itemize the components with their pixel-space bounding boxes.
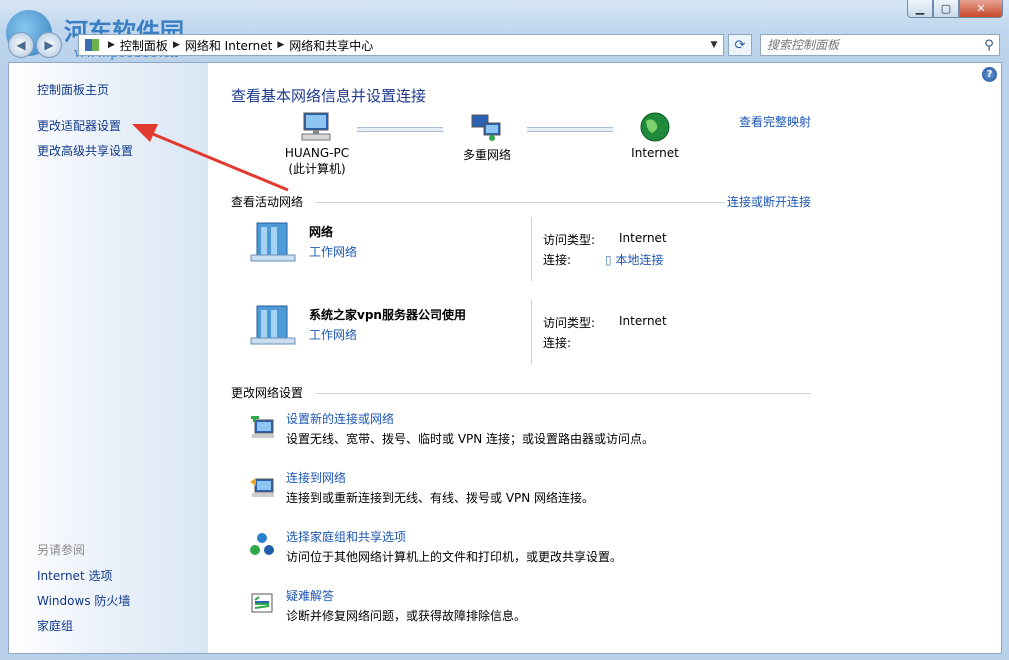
minimize-button[interactable]: ▁	[907, 0, 933, 18]
access-type-label: 访问类型:	[543, 233, 596, 247]
map-node-internet: Internet	[615, 111, 695, 160]
homegroup-desc: 访问位于其他网络计算机上的文件和打印机，或更改共享设置。	[286, 550, 623, 564]
network-name: 网络	[309, 225, 334, 239]
computer-subtitle: (此计算机)	[288, 162, 346, 176]
connect-network-desc: 连接到或重新连接到无线、有线、拨号或 VPN 网络连接。	[286, 491, 595, 505]
access-type-value: Internet	[619, 314, 667, 328]
new-connection-link[interactable]: 设置新的连接或网络	[286, 410, 394, 427]
access-type-value: Internet	[619, 231, 667, 245]
change-settings-heading: 更改网络设置	[231, 386, 304, 400]
task-homegroup: 选择家庭组和共享选项 访问位于其他网络计算机上的文件和打印机，或更改共享设置。	[249, 528, 809, 578]
homegroup-link[interactable]: 选择家庭组和共享选项	[286, 528, 406, 545]
network-name: 系统之家vpn服务器公司使用	[309, 308, 466, 322]
building-network-icon	[250, 222, 296, 262]
nav-buttons: ◀ ▶	[8, 32, 62, 58]
search-box[interactable]: ⚲	[760, 34, 1000, 56]
internet-label: Internet	[631, 146, 679, 160]
task-connect-network: 连接到网络 连接到或重新连接到无线、有线、拨号或 VPN 网络连接。	[249, 469, 809, 519]
breadcrumb-chevron-icon[interactable]: ▶	[173, 40, 180, 50]
connection-label: 连接:	[543, 336, 572, 350]
breadcrumb-network-internet[interactable]: 网络和 Internet	[185, 37, 272, 54]
local-connection-link[interactable]: ▯ 本地连接	[605, 251, 663, 268]
divider	[315, 393, 811, 394]
divider	[531, 300, 532, 364]
active-networks-heading: 查看活动网络	[231, 195, 304, 209]
window-controls: ▁ ▢ ✕	[907, 0, 1003, 18]
network-entry: 网络 工作网络 访问类型: Internet 连接: ▯ 本地连接	[249, 217, 819, 287]
globe-icon	[640, 112, 670, 142]
breadcrumb-control-panel[interactable]: 控制面板	[120, 37, 168, 54]
computer-icon	[301, 112, 331, 141]
help-icon[interactable]: ?	[982, 67, 997, 82]
map-connector	[357, 127, 443, 132]
control-panel-icon	[85, 39, 99, 51]
refresh-icon[interactable]: ⟳	[728, 34, 752, 56]
troubleshoot-desc: 诊断并修复网络问题，或获得故障排除信息。	[286, 609, 527, 623]
window-frame: 河东软件园 www.pc0359.cn ▁ ▢ ✕ ◀ ▶ ▶ 控制面板 ▶ 网…	[0, 0, 1009, 660]
sidebar-item-advanced-sharing[interactable]: 更改高级共享设置	[37, 142, 133, 159]
search-icon[interactable]: ⚲	[979, 38, 999, 53]
access-type-label: 访问类型:	[543, 316, 596, 330]
sidebar-item-home[interactable]: 控制面板主页	[37, 81, 109, 98]
network-type-link[interactable]: 工作网络	[309, 326, 357, 343]
sidebar: 控制面板主页 更改适配器设置 更改高级共享设置 另请参阅 Internet 选项…	[9, 63, 208, 653]
new-connection-desc: 设置无线、宽带、拨号、临时或 VPN 连接；或设置路由器或访问点。	[286, 432, 655, 446]
multiple-networks-label: 多重网络	[462, 148, 511, 162]
multiple-networks-icon	[471, 114, 501, 141]
page-title: 查看基本网络信息并设置连接	[231, 87, 427, 105]
close-button[interactable]: ✕	[959, 0, 1003, 18]
connect-disconnect-link[interactable]: 连接或断开连接	[727, 193, 811, 210]
breadcrumb-chevron-icon[interactable]: ▶	[108, 40, 115, 50]
divider	[531, 217, 532, 281]
see-also-heading: 另请参阅	[37, 543, 86, 557]
connection-label: 连接:	[543, 253, 572, 267]
map-connector	[527, 127, 613, 132]
connect-network-icon	[250, 478, 274, 497]
map-node-multiple-networks: 多重网络	[447, 111, 527, 163]
task-new-connection: 设置新的连接或网络 设置无线、宽带、拨号、临时或 VPN 连接；或设置路由器或访…	[249, 410, 809, 460]
search-input[interactable]	[761, 37, 979, 53]
breadcrumb-chevron-icon[interactable]: ▶	[277, 40, 284, 50]
content-area: 控制面板主页 更改适配器设置 更改高级共享设置 另请参阅 Internet 选项…	[8, 62, 1002, 654]
new-connection-icon	[251, 416, 274, 438]
divider	[315, 202, 725, 203]
sidebar-item-firewall[interactable]: Windows 防火墙	[37, 592, 130, 609]
network-type-link[interactable]: 工作网络	[309, 243, 357, 260]
building-network-icon	[250, 305, 296, 345]
breadcrumb-network-sharing-center[interactable]: 网络和共享中心	[289, 37, 373, 54]
sidebar-item-homegroup[interactable]: 家庭组	[37, 617, 73, 634]
connect-network-link[interactable]: 连接到网络	[286, 469, 346, 486]
local-connection-label: 本地连接	[615, 253, 664, 267]
sidebar-item-internet-options[interactable]: Internet 选项	[37, 567, 112, 584]
troubleshoot-icon	[251, 593, 273, 613]
homegroup-icon	[250, 533, 274, 555]
chevron-down-icon[interactable]: ▼	[705, 40, 723, 50]
network-entry: 系统之家vpn服务器公司使用 工作网络 访问类型: Internet 连接:	[249, 300, 819, 370]
ethernet-plug-icon: ▯	[605, 253, 612, 267]
task-troubleshoot: 疑难解答 诊断并修复网络问题，或获得故障排除信息。	[249, 587, 809, 637]
maximize-button[interactable]: ▢	[933, 0, 959, 18]
full-map-link[interactable]: 查看完整映射	[739, 113, 811, 130]
map-node-computer: HUANG-PC (此计算机)	[277, 111, 357, 177]
address-bar[interactable]: ▶ 控制面板 ▶ 网络和 Internet ▶ 网络和共享中心 ▼	[78, 34, 724, 56]
computer-name: HUANG-PC	[284, 146, 350, 160]
forward-icon[interactable]: ▶	[36, 32, 62, 58]
back-icon[interactable]: ◀	[8, 32, 34, 58]
sidebar-item-adapter-settings[interactable]: 更改适配器设置	[37, 117, 121, 134]
troubleshoot-link[interactable]: 疑难解答	[286, 587, 334, 604]
